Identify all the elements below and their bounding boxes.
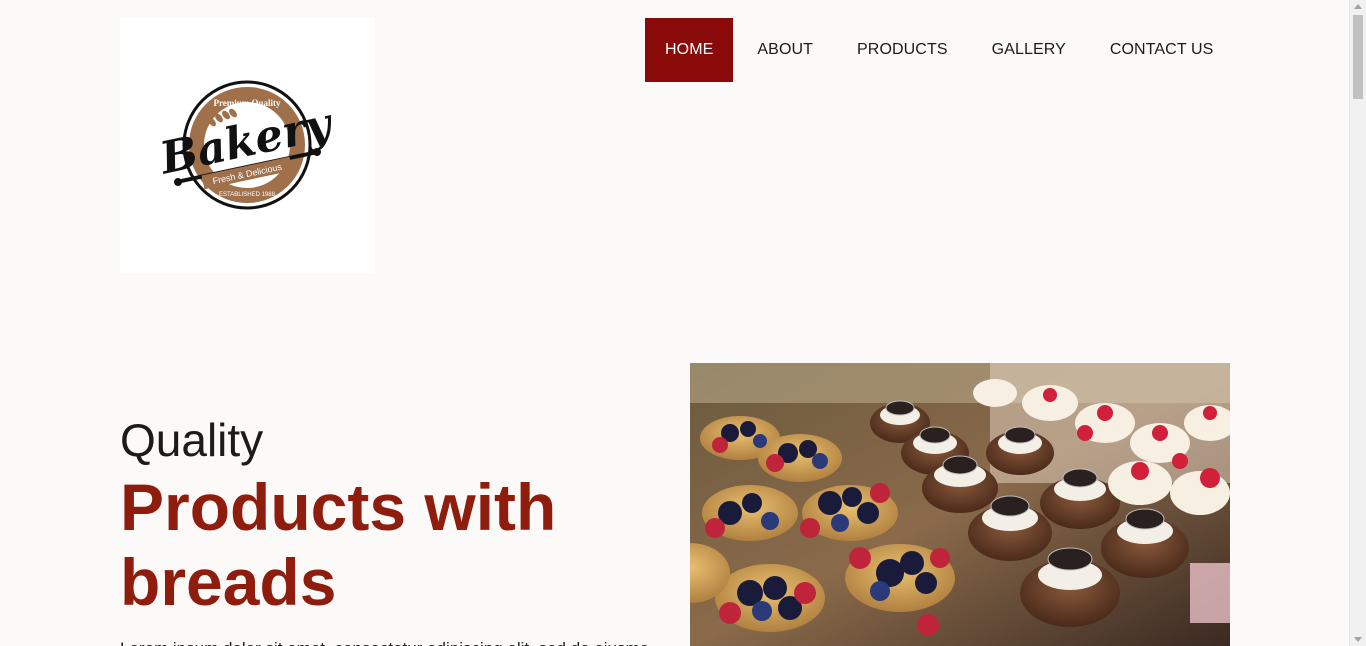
hero-description: Lorem ipsum dolor sit amet, consectetur … bbox=[120, 636, 650, 646]
scroll-thumb[interactable] bbox=[1353, 15, 1363, 99]
logo-top-text: Premium Quality bbox=[213, 98, 281, 108]
hero-big-title: Products with breads bbox=[120, 470, 557, 619]
logo-bottom-text: ESTABLISHED 1988 bbox=[219, 192, 276, 198]
nav-home[interactable]: HOME bbox=[645, 18, 734, 82]
bakery-badge-logo-icon: Premium Quality Bakery Fresh & Delicious… bbox=[154, 80, 339, 210]
scroll-up-arrow-icon[interactable] bbox=[1354, 4, 1362, 9]
page: Premium Quality Bakery Fresh & Delicious… bbox=[0, 0, 1349, 646]
hero-small-title: Quality bbox=[120, 414, 264, 466]
scroll-down-arrow-icon[interactable] bbox=[1354, 637, 1362, 642]
nav-gallery[interactable]: GALLERY bbox=[972, 18, 1086, 82]
vertical-scrollbar[interactable] bbox=[1349, 0, 1366, 646]
logo[interactable]: Premium Quality Bakery Fresh & Delicious… bbox=[120, 18, 375, 273]
main-nav: HOME ABOUT PRODUCTS GALLERY CONTACT US bbox=[645, 18, 1233, 82]
nav-products[interactable]: PRODUCTS bbox=[837, 18, 968, 82]
nav-about[interactable]: ABOUT bbox=[737, 18, 833, 82]
pastry-display-photo bbox=[690, 363, 1230, 646]
nav-contact-us[interactable]: CONTACT US bbox=[1090, 18, 1234, 82]
